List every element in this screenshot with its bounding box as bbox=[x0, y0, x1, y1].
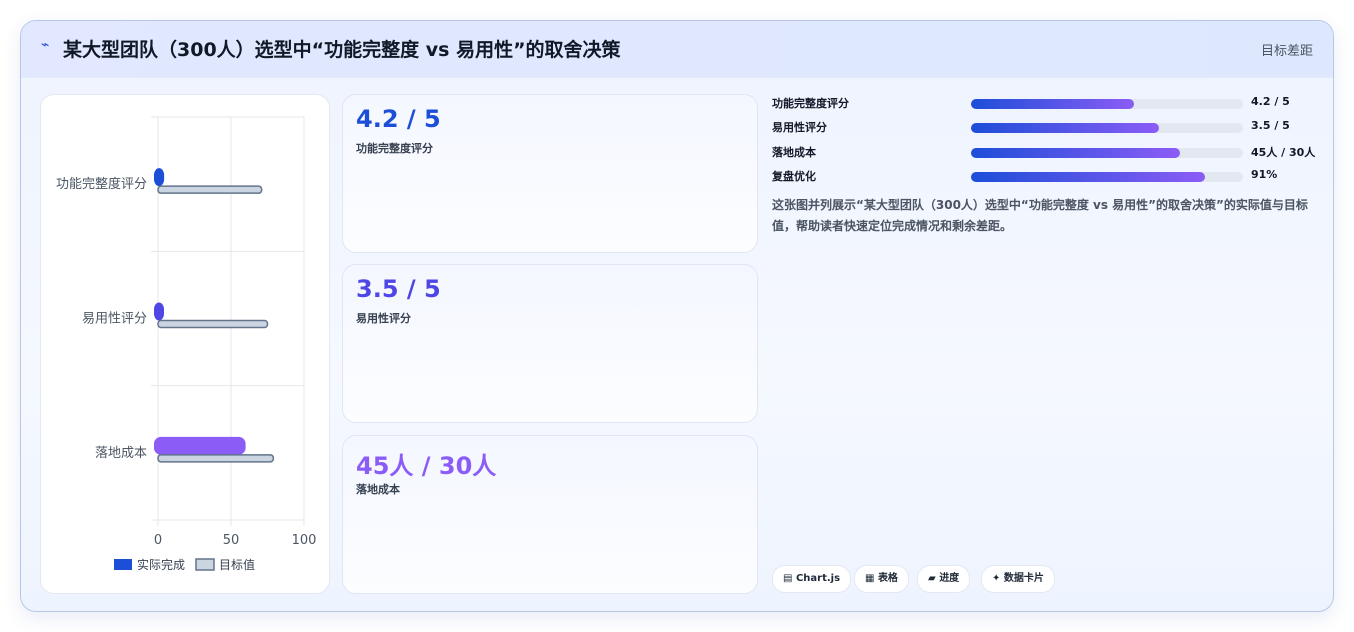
sparkle-icon: ✦ bbox=[992, 573, 1001, 584]
progress-fill bbox=[971, 148, 1181, 158]
progress-fill bbox=[971, 123, 1159, 133]
metric-value: 45人 / 30人 bbox=[1251, 146, 1316, 159]
metric-row: 落地成本 45人 / 30人 bbox=[772, 143, 1317, 161]
metric-row: 功能完整度评分 4.2 / 5 bbox=[772, 94, 1317, 112]
metric-name: 易用性评分 bbox=[772, 121, 827, 134]
x-tick-label: 100 bbox=[292, 533, 317, 548]
bar-actual bbox=[154, 436, 246, 455]
stat-value: 45人 / 30人 bbox=[356, 452, 497, 480]
progress-track bbox=[971, 148, 1243, 158]
progress-icon: ▰ bbox=[928, 573, 936, 584]
category-label: 落地成本 bbox=[95, 446, 147, 461]
chart-icon: ▤ bbox=[783, 573, 793, 584]
progress-track bbox=[971, 172, 1243, 182]
category-label: 功能完整度评分 bbox=[56, 176, 147, 192]
stat-card-usability: 3.5 / 5 易用性评分 bbox=[342, 264, 758, 423]
metric-value: 3.5 / 5 bbox=[1251, 119, 1290, 132]
chip-data-card[interactable]: ✦ 数据卡片 bbox=[981, 565, 1055, 593]
chart-description: 这张图并列展示“某大型团队（300人）选型中“功能完整度 vs 易用性”的取舍决… bbox=[772, 198, 1308, 233]
table-icon: ▦ bbox=[865, 573, 875, 584]
x-tick-label: 50 bbox=[223, 533, 240, 548]
progress-fill bbox=[971, 99, 1135, 109]
metric-value: 4.2 / 5 bbox=[1251, 95, 1290, 108]
progress-track bbox=[971, 99, 1243, 109]
stat-label: 功能完整度评分 bbox=[356, 142, 433, 155]
stat-card-cost: 45人 / 30人 落地成本 bbox=[342, 435, 758, 594]
legend-label-actual: 实际完成 bbox=[137, 557, 185, 572]
metric-row: 易用性评分 3.5 / 5 bbox=[772, 118, 1317, 136]
bar-target bbox=[157, 185, 263, 194]
metric-value: 91% bbox=[1251, 168, 1278, 181]
progress-track bbox=[971, 123, 1243, 133]
stat-value: 4.2 / 5 bbox=[356, 105, 441, 133]
chip-table[interactable]: ▦ 表格 bbox=[854, 565, 909, 593]
metric-name: 复盘优化 bbox=[772, 170, 816, 183]
legend-swatch-actual bbox=[114, 559, 132, 570]
metric-row: 复盘优化 91% bbox=[772, 167, 1317, 185]
stat-label: 落地成本 bbox=[356, 483, 400, 496]
bar-chart-card: 0 50 100 功能完整度评分易用性评分落地成本实际完成 目标值 bbox=[40, 94, 330, 594]
bar-target bbox=[157, 454, 275, 463]
metric-name: 落地成本 bbox=[772, 146, 816, 159]
bar-target bbox=[157, 319, 269, 329]
header-tag: 目标差距 bbox=[1260, 44, 1313, 59]
x-tick-label: 0 bbox=[154, 533, 162, 548]
chip-progress[interactable]: ▰ 进度 bbox=[917, 565, 971, 593]
legend-label-target: 目标值 bbox=[219, 557, 255, 572]
panel-header: ⌁ 某大型团队（300人）选型中“功能完整度 vs 易用性”的取舍决策 目标差距 bbox=[21, 21, 1333, 78]
stat-card-features: 4.2 / 5 功能完整度评分 bbox=[342, 94, 758, 253]
bar-chart: 0 50 100 功能完整度评分易用性评分落地成本实际完成 目标值 bbox=[56, 116, 317, 572]
bar-actual bbox=[154, 168, 165, 187]
legend-swatch-target bbox=[195, 558, 215, 571]
lightning-icon: ⌁ bbox=[41, 37, 50, 53]
stat-value: 3.5 / 5 bbox=[356, 275, 441, 303]
stat-label: 易用性评分 bbox=[356, 312, 411, 325]
metric-name: 功能完整度评分 bbox=[772, 97, 849, 110]
chip-chartjs[interactable]: ▤ Chart.js bbox=[772, 565, 852, 593]
page-title: 某大型团队（300人）选型中“功能完整度 vs 易用性”的取舍决策 bbox=[63, 39, 621, 61]
dashboard-panel: ⌁ 某大型团队（300人）选型中“功能完整度 vs 易用性”的取舍决策 目标差距… bbox=[20, 20, 1334, 612]
bar-actual bbox=[154, 302, 164, 321]
category-label: 易用性评分 bbox=[82, 312, 147, 327]
progress-fill bbox=[971, 172, 1205, 182]
